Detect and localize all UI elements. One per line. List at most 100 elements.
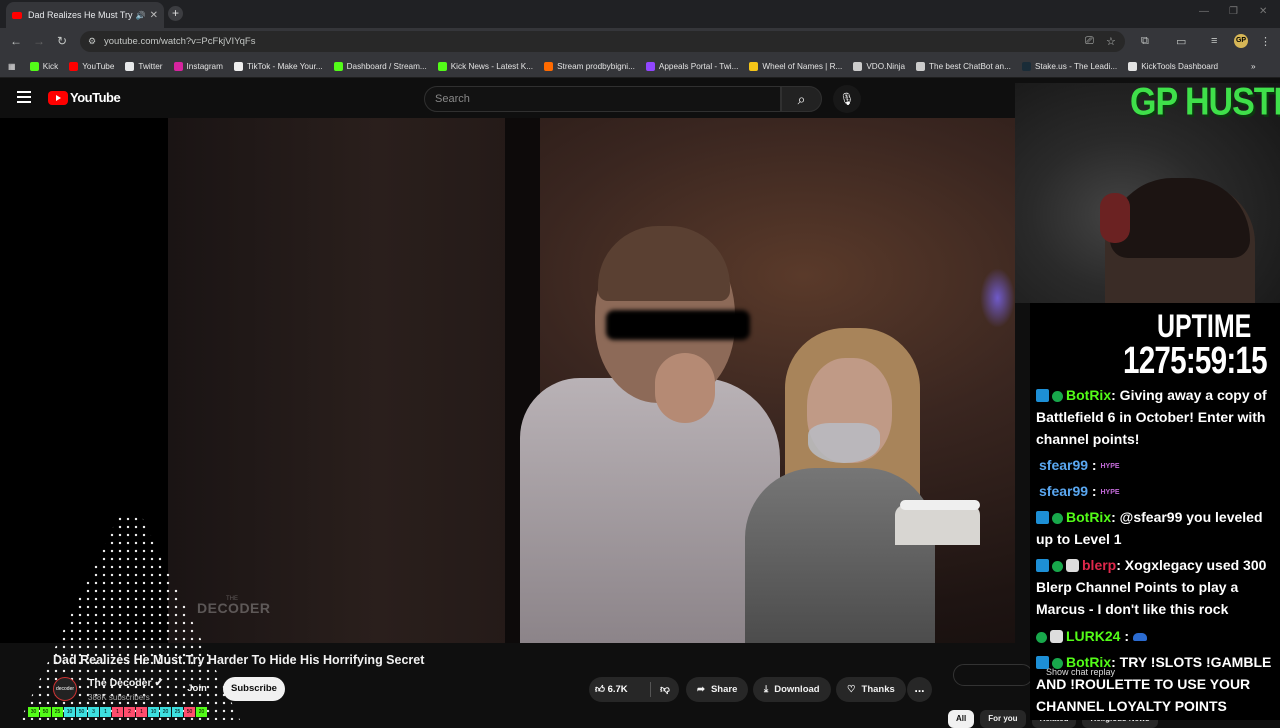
thumbs-down-icon: 👎︎ [660, 684, 670, 695]
emote-icon [1132, 633, 1147, 641]
voice-search-button[interactable]: 🎙 [833, 85, 861, 113]
ping-bar-overlay: 30 50 25 10 50 3 1 1 2 1 10 20 25 50 20 [28, 707, 207, 717]
chip-all[interactable]: All [948, 710, 975, 728]
dislike-button[interactable]: 👎︎ [653, 677, 677, 702]
back-icon[interactable]: ← [10, 34, 22, 48]
chat-username[interactable]: sfear99 [1039, 457, 1088, 473]
new-tab-button[interactable]: + [168, 6, 183, 21]
bookmark-favicon-icon [233, 61, 243, 71]
bookmark-favicon-icon [853, 61, 863, 71]
verified-badge-icon [1036, 632, 1047, 643]
cast-icon[interactable]: ▭ [1176, 35, 1186, 48]
chat-message: BotRix: @sfear99 you leveled up to Level… [1036, 506, 1276, 550]
bookmark-favicon-icon [333, 61, 343, 71]
close-window-icon[interactable]: ✕ [1259, 6, 1267, 17]
browser-tab[interactable]: Dad Realizes He Must Try H 🔊 ✕ [6, 2, 164, 28]
chat-replay-pill[interactable] [953, 664, 1033, 686]
bookmark-item[interactable]: Kick News - Latest K... [437, 61, 533, 71]
extensions-icon[interactable]: ⧉ [1141, 35, 1149, 48]
share-icon: ➦ [697, 684, 705, 695]
chat-username[interactable]: LURK24 [1066, 628, 1120, 644]
chip-for-you[interactable]: For you [980, 710, 1026, 728]
uptime-value: 1275:59:15 [1123, 340, 1268, 382]
ping-cell: 1 [136, 707, 147, 717]
bookmark-favicon-icon [125, 61, 135, 71]
bookmark-item[interactable]: Stream prodbybigni... [544, 61, 635, 71]
join-button[interactable]: Join [177, 676, 217, 701]
verified-icon: ✔ [154, 677, 164, 689]
media-controls-icon[interactable]: ≡ [1211, 35, 1217, 47]
more-bookmarks-icon[interactable]: » [1251, 62, 1256, 71]
hype-emote-icon: HYPE [1100, 489, 1120, 496]
bookmark-favicon-icon [437, 61, 447, 71]
ping-cell: 30 [28, 707, 39, 717]
ping-cell: 50 [184, 707, 195, 717]
bookmark-item[interactable]: TikTok - Make Your... [233, 61, 323, 71]
maximize-icon[interactable]: ❐ [1229, 6, 1238, 17]
reload-icon[interactable]: ↻ [57, 34, 67, 48]
site-info-icon[interactable]: ⚙ [88, 31, 96, 52]
bookmark-item[interactable]: Wheel of Names | R... [749, 61, 842, 71]
forward-icon[interactable]: → [33, 34, 45, 48]
chat-username[interactable]: BotRix [1066, 509, 1111, 525]
minimize-icon[interactable]: — [1199, 6, 1209, 17]
share-button[interactable]: ➦ Share [686, 677, 749, 702]
channel-avatar[interactable]: decoder [53, 677, 77, 701]
ping-cell: 10 [148, 707, 159, 717]
verified-badge-icon [1052, 513, 1063, 524]
install-app-icon[interactable]: ⎚ [1085, 35, 1094, 48]
ping-cell: 20 [196, 707, 207, 717]
chat-username[interactable]: blerp [1082, 557, 1116, 573]
tab-title: Dad Realizes He Must Try H [28, 10, 133, 20]
hamburger-menu-icon[interactable] [17, 91, 31, 103]
hype-emote-icon: HYPE [1100, 463, 1120, 470]
chat-message: LURK24 : [1036, 625, 1276, 647]
moderator-badge-icon [1050, 630, 1063, 643]
bookmark-favicon-icon [544, 61, 554, 71]
bookmark-favicon-icon [1128, 61, 1138, 71]
bookmark-item[interactable]: VDO.Ninja [853, 61, 905, 71]
show-chat-replay[interactable]: Show chat replay [1046, 667, 1115, 677]
bot-badge-icon [1036, 559, 1049, 572]
address-bar-row: ← → ↻ ⚙ youtube.com/watch?v=PcFkjVIYqFs … [0, 28, 1280, 55]
bookmark-item[interactable]: Appeals Portal - Twi... [645, 61, 738, 71]
chat-message: sfear99 : HYPE [1036, 480, 1276, 504]
speaker-icon[interactable]: 🔊 [136, 11, 146, 20]
bookmark-favicon-icon [29, 61, 39, 71]
apps-grid-icon[interactable]: ▦ [8, 61, 16, 71]
url-field[interactable]: ⚙ youtube.com/watch?v=PcFkjVIYqFs [80, 31, 1125, 52]
bookmark-item[interactable]: The best ChatBot an... [916, 61, 1011, 71]
bookmark-favicon-icon [173, 61, 183, 71]
bookmark-item[interactable]: Kick [29, 61, 58, 71]
profile-avatar[interactable]: GP [1234, 34, 1248, 48]
thanks-button[interactable]: ♡ Thanks [836, 677, 906, 702]
ping-cell: 2 [124, 707, 135, 717]
youtube-header: YouTube Search ⌕ 🎙 [0, 78, 1015, 118]
channel-name[interactable]: The Decoder ✔ [88, 677, 163, 689]
bookmark-item[interactable]: Instagram [173, 61, 223, 71]
bookmark-item[interactable]: Twitter [125, 61, 163, 71]
youtube-logo[interactable]: YouTube [48, 90, 121, 105]
more-actions-button[interactable]: ... [907, 677, 932, 702]
subscribe-button[interactable]: Subscribe [223, 677, 285, 701]
bookmark-item[interactable]: KickTools Dashboard [1128, 61, 1218, 71]
menu-kebab-icon[interactable]: ⋮ [1260, 35, 1271, 48]
search-button[interactable]: ⌕ [781, 86, 822, 112]
ping-cell: 50 [76, 707, 87, 717]
chat-message: sfear99 : HYPE [1036, 454, 1276, 478]
close-tab-icon[interactable]: ✕ [150, 10, 158, 21]
like-button[interactable]: 👍︎ 6.7K [595, 677, 649, 702]
bookmark-item[interactable]: YouTube [69, 61, 114, 71]
chat-text: : [1120, 628, 1133, 644]
bookmark-item[interactable]: Dashboard / Stream... [333, 61, 427, 71]
bookmark-item[interactable]: Stake.us - The Leadi... [1021, 61, 1117, 71]
verified-badge-icon [1052, 391, 1063, 402]
bookmark-star-icon[interactable]: ☆ [1106, 35, 1116, 48]
chat-username[interactable]: BotRix [1066, 387, 1111, 403]
search-input[interactable]: Search [424, 86, 781, 112]
bookmark-favicon-icon [916, 61, 926, 71]
ping-cell: 25 [52, 707, 63, 717]
download-button[interactable]: ⤓ Download [753, 677, 831, 702]
like-dislike-group: 👍︎ 6.7K 👎︎ [589, 677, 679, 702]
chat-username[interactable]: sfear99 [1039, 483, 1088, 499]
